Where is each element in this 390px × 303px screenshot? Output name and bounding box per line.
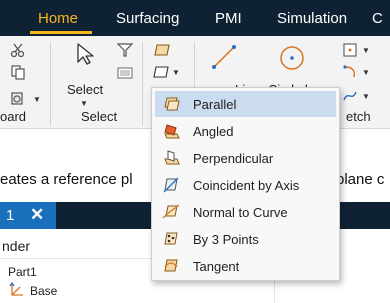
- menu-item-normal-to-curve[interactable]: Normal to Curve: [155, 199, 336, 225]
- tree-item-base[interactable]: Base: [30, 284, 57, 298]
- document-tab-label: 1: [6, 207, 15, 224]
- ribbon-tab-bar: Home Surfacing PMI Simulation C: [0, 0, 390, 36]
- plane-dropdown-icon[interactable]: [151, 64, 171, 80]
- plane-normal-curve-icon: [162, 204, 180, 219]
- plane-coincident-axis-icon: [163, 177, 179, 193]
- menu-item-by-3-points[interactable]: By 3 Points: [155, 226, 336, 252]
- rectangle-icon[interactable]: [342, 42, 358, 58]
- plane-dropdown-menu: Parallel Angled Perpendicular Coincident…: [151, 87, 340, 281]
- select-arrow-icon[interactable]: [74, 42, 96, 66]
- clipboard-group-label: oard: [0, 109, 27, 124]
- description-text-continued: plane c: [336, 171, 385, 188]
- menu-item-perpendicular[interactable]: Perpendicular: [155, 145, 336, 171]
- spline-icon[interactable]: [342, 88, 358, 104]
- ribbon-separator: [142, 42, 143, 126]
- copy-icon[interactable]: [10, 64, 26, 80]
- plane-icon[interactable]: [153, 42, 173, 58]
- plane-3-points-icon: [164, 232, 178, 245]
- spline-caret-icon[interactable]: ▼: [362, 92, 370, 101]
- document-tab[interactable]: 1 ✕: [0, 202, 56, 229]
- base-axes-icon: [9, 281, 23, 296]
- menu-item-coincident-by-axis[interactable]: Coincident by Axis: [155, 172, 336, 198]
- menu-item-label: Coincident by Axis: [193, 178, 300, 193]
- menu-item-angled[interactable]: Angled: [155, 118, 336, 144]
- tab-pmi[interactable]: PMI: [215, 10, 242, 27]
- active-tab-underline: [30, 31, 92, 34]
- paste-caret-icon[interactable]: ▼: [33, 95, 41, 104]
- tab-home[interactable]: Home: [38, 10, 78, 27]
- plane-parallel-icon: [164, 97, 180, 111]
- line-icon[interactable]: [211, 44, 237, 70]
- menu-item-label: Tangent: [193, 259, 240, 274]
- arc-icon[interactable]: [342, 64, 358, 80]
- circle-icon[interactable]: [278, 44, 306, 72]
- tab-surfacing[interactable]: Surfacing: [116, 10, 179, 27]
- menu-item-label: Angled: [193, 124, 234, 139]
- tree-title: nder: [2, 238, 31, 254]
- menu-item-tangent[interactable]: Tangent: [155, 253, 336, 279]
- rectangle-caret-icon[interactable]: ▼: [362, 46, 370, 55]
- menu-item-parallel[interactable]: Parallel: [155, 91, 336, 117]
- cut-icon[interactable]: [10, 42, 26, 58]
- ribbon-separator: [50, 42, 51, 126]
- filter-icon[interactable]: [116, 42, 134, 58]
- tab-simulation[interactable]: Simulation: [277, 10, 347, 27]
- select-group-label: Select: [81, 109, 118, 124]
- menu-item-label: Perpendicular: [193, 151, 274, 166]
- description-text: eates a reference pl: [0, 171, 133, 188]
- selection-options-icon[interactable]: [116, 66, 134, 80]
- plane-perpendicular-icon: [164, 150, 180, 165]
- sketch-group-label: etch: [346, 109, 371, 124]
- menu-item-label: Normal to Curve: [193, 205, 288, 220]
- select-button-label[interactable]: Select: [67, 82, 103, 97]
- menu-item-label: Parallel: [193, 97, 237, 112]
- tree-item-part[interactable]: Part1: [8, 265, 37, 279]
- close-icon[interactable]: ✕: [30, 205, 44, 225]
- tab-overflow[interactable]: C: [372, 10, 383, 27]
- arc-caret-icon[interactable]: ▼: [362, 68, 370, 77]
- plane-tangent-icon: [164, 259, 178, 272]
- paste-special-icon[interactable]: [10, 90, 28, 106]
- plane-angled-icon: [164, 124, 180, 139]
- plane-dropdown-caret-icon[interactable]: ▼: [172, 68, 180, 77]
- select-caret-icon[interactable]: ▼: [80, 99, 88, 108]
- menu-item-label: By 3 Points: [193, 232, 259, 247]
